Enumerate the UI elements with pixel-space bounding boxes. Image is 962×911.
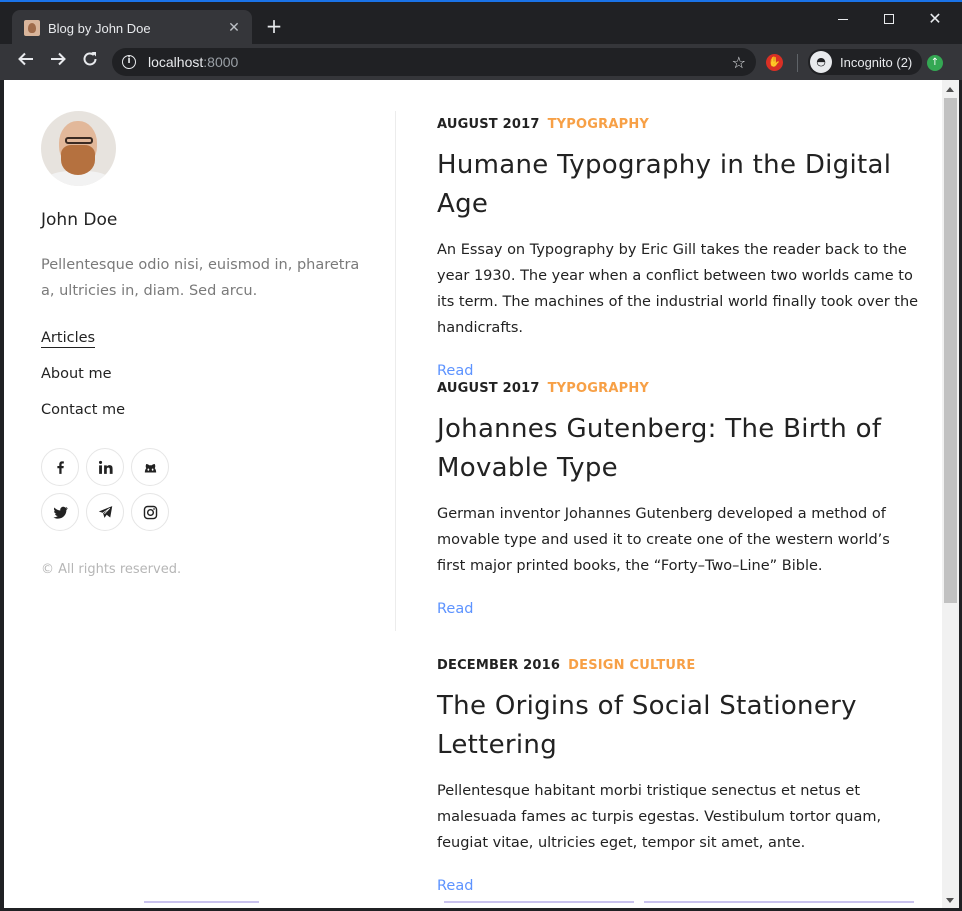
post-meta: DECEMBER 2016 DESIGN CULTURE [437, 657, 922, 675]
tab-favicon-icon [24, 20, 40, 36]
article-card: AUGUST 2017 TYPOGRAPHY Johannes Gutenberg… [437, 380, 922, 619]
reload-icon [83, 52, 97, 66]
copyright: © All rights reserved. [41, 562, 182, 577]
bookmark-star-icon[interactable]: ☆ [732, 53, 746, 72]
article-card: DECEMBER 2016 DESIGN CULTURE The Origins … [437, 657, 922, 896]
minimize-button[interactable] [828, 8, 858, 30]
offscreen-link-underline [144, 901, 259, 903]
post-title[interactable]: Johannes Gutenberg: The Birth of Movable… [437, 410, 922, 488]
maximize-icon [884, 14, 894, 24]
address-bar[interactable]: i localhost:8000 ☆ [112, 48, 756, 76]
read-link[interactable]: Read [437, 599, 473, 619]
reload-button[interactable] [78, 50, 102, 74]
extension-icon[interactable]: ✋ [766, 54, 783, 71]
github-icon[interactable] [131, 448, 169, 486]
info-icon[interactable]: i [122, 55, 136, 69]
post-title[interactable]: Humane Typography in the Digital Age [437, 146, 922, 224]
post-date: AUGUST 2017 [437, 117, 540, 132]
author-avatar[interactable] [41, 111, 116, 186]
url-host: localhost [148, 54, 204, 70]
browser-titlebar: Blog by John Doe ✕ + ✕ [0, 0, 962, 46]
linkedin-icon[interactable] [86, 448, 124, 486]
twitter-icon[interactable] [41, 493, 79, 531]
sidebar-menu: Articles About me Contact me [41, 328, 395, 436]
post-date: DECEMBER 2016 [437, 658, 561, 673]
social-links [41, 448, 395, 531]
minimize-icon [838, 18, 848, 20]
url-port: :8000 [203, 54, 239, 70]
incognito-label: Incognito (2) [840, 54, 913, 70]
telegram-icon[interactable] [86, 493, 124, 531]
menu-item-articles[interactable]: Articles [41, 328, 395, 364]
menu-item-about-me[interactable]: About me [41, 364, 395, 400]
article-card: AUGUST 2017 TYPOGRAPHY Humane Typography … [437, 116, 922, 381]
offscreen-link-underline [444, 901, 634, 903]
scroll-down-arrow-icon[interactable] [946, 898, 954, 903]
vertical-scrollbar[interactable] [942, 80, 959, 908]
post-category[interactable]: DESIGN CULTURE [568, 658, 695, 673]
tab-close-icon[interactable]: ✕ [226, 20, 242, 36]
post-excerpt: An Essay on Typography by Eric Gill take… [437, 242, 919, 336]
menu-item-contact-me[interactable]: Contact me [41, 400, 395, 436]
update-icon[interactable]: ↑ [927, 55, 943, 71]
post-excerpt: Pellentesque habitant morbi tristique se… [437, 783, 882, 851]
forward-button[interactable] [46, 50, 70, 74]
back-button[interactable] [14, 50, 38, 74]
offscreen-link-underline [644, 901, 914, 903]
browser-toolbar: i localhost:8000 ☆ ✋ ◓ Incognito (2) ↑ [0, 44, 962, 80]
arrow-right-icon [51, 52, 66, 66]
incognito-button[interactable]: ◓ Incognito (2) [808, 49, 923, 75]
sidebar: John Doe Pellentesque odio nisi, euismod… [41, 111, 396, 631]
maximize-button[interactable] [874, 8, 904, 30]
scrollbar-thumb[interactable] [944, 98, 957, 603]
post-meta: AUGUST 2017 TYPOGRAPHY [437, 116, 922, 134]
post-category[interactable]: TYPOGRAPHY [548, 117, 649, 132]
incognito-icon: ◓ [810, 51, 832, 73]
browser-tab[interactable]: Blog by John Doe ✕ [12, 10, 252, 46]
read-link[interactable]: Read [437, 361, 473, 381]
toolbar-divider [797, 54, 798, 72]
post-meta: AUGUST 2017 TYPOGRAPHY [437, 380, 922, 398]
post-date: AUGUST 2017 [437, 381, 540, 396]
post-category[interactable]: TYPOGRAPHY [548, 381, 649, 396]
tab-title: Blog by John Doe [48, 20, 151, 36]
facebook-icon[interactable] [41, 448, 79, 486]
new-tab-button[interactable]: + [262, 16, 286, 36]
arrow-left-icon [18, 52, 33, 66]
instagram-icon[interactable] [131, 493, 169, 531]
read-link[interactable]: Read [437, 876, 473, 896]
post-excerpt: German inventor Johannes Gutenberg devel… [437, 506, 890, 574]
scroll-up-arrow-icon[interactable] [946, 87, 954, 92]
author-name[interactable]: John Doe [41, 210, 395, 230]
author-bio: Pellentesque odio nisi, euismod in, phar… [41, 257, 360, 299]
post-title[interactable]: The Origins of Social Stationery Letteri… [437, 687, 922, 765]
close-window-button[interactable]: ✕ [920, 8, 950, 30]
page-viewport: John Doe Pellentesque odio nisi, euismod… [4, 80, 942, 908]
